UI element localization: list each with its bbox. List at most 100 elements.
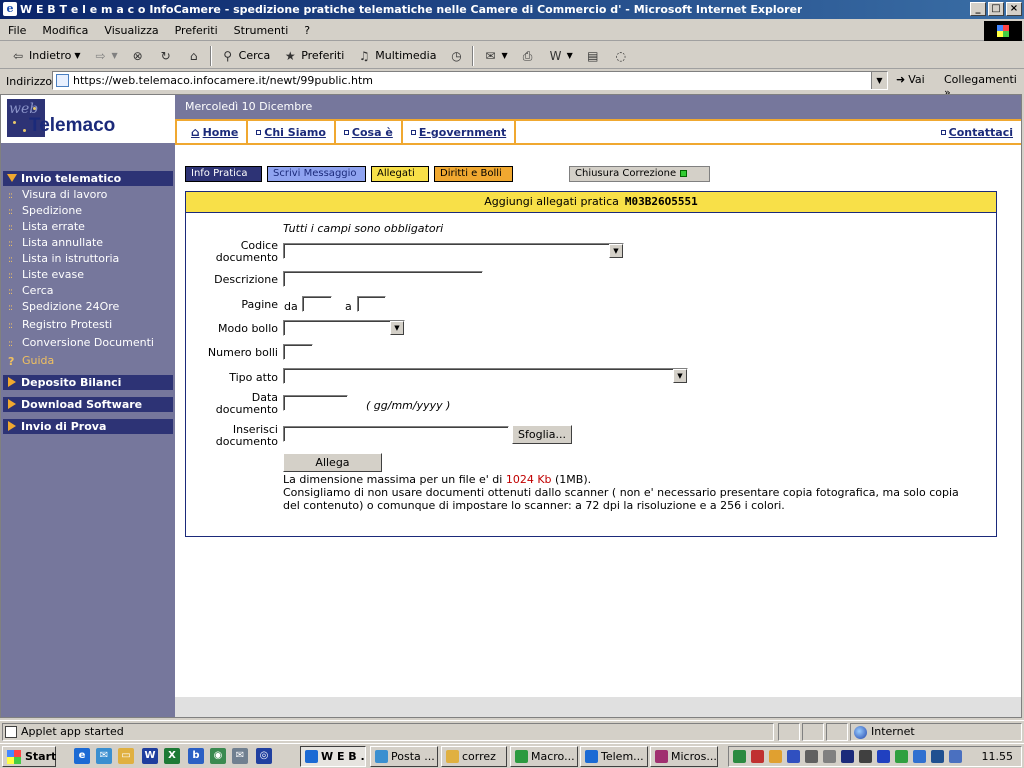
menu-edit[interactable]: Modifica: [34, 24, 96, 37]
discuss-button[interactable]: ▤: [581, 45, 605, 67]
sidebar-item-lista-errate[interactable]: :: Lista errate: [3, 220, 173, 234]
quicklaunch-messenger-icon[interactable]: ◎: [256, 748, 272, 764]
browse-button[interactable]: Sfoglia...: [512, 425, 572, 444]
telemaco-logo[interactable]: web Telemaco: [1, 95, 175, 143]
task-macro[interactable]: Macro...: [510, 746, 578, 767]
deed-type-select[interactable]: ▼: [283, 368, 688, 384]
menu-view[interactable]: Visualizza: [96, 24, 166, 37]
maximize-button[interactable]: □: [988, 2, 1004, 16]
quicklaunch-word-icon[interactable]: W: [142, 748, 158, 764]
sidebar-item-conversione-documenti[interactable]: :: Conversione Documenti: [3, 336, 173, 350]
tray-connection-icon[interactable]: [949, 750, 962, 763]
refresh-button[interactable]: ↻: [154, 45, 178, 67]
description-input[interactable]: [283, 271, 483, 287]
nav-chi-siamo[interactable]: Chi Siamo: [248, 121, 336, 143]
menu-help[interactable]: ?: [296, 24, 318, 37]
quicklaunch-ie-icon[interactable]: e: [74, 748, 90, 764]
stop-button[interactable]: ⊗: [126, 45, 150, 67]
quicklaunch-media-icon[interactable]: ◉: [210, 748, 226, 764]
tab-scrivi-messaggio[interactable]: Scrivi Messaggio: [267, 166, 366, 182]
sidebar-item-visura[interactable]: :: Visura di lavoro: [3, 188, 173, 202]
date-format-hint: ( gg/mm/yyyy ): [366, 399, 451, 412]
pages-from-input[interactable]: [302, 296, 332, 312]
pages-to-input[interactable]: [357, 296, 386, 312]
favorites-button[interactable]: ★ Preferiti: [278, 45, 348, 67]
tray-security-icon[interactable]: [787, 750, 800, 763]
sidebar-item-lista-istruttoria[interactable]: :: Lista in istruttoria: [3, 252, 173, 266]
sidebar-item-registro-protesti[interactable]: :: Registro Protesti: [3, 318, 173, 332]
start-button[interactable]: Start: [2, 746, 56, 767]
home-button[interactable]: ⌂: [182, 45, 206, 67]
quicklaunch-mail-icon[interactable]: ✉: [232, 748, 248, 764]
sidebar-section-deposito-bilanci[interactable]: Deposito Bilanci: [3, 375, 173, 390]
tray-messenger-icon[interactable]: [913, 750, 926, 763]
doc-date-input[interactable]: [283, 395, 348, 411]
tray-language-icon[interactable]: [841, 750, 854, 763]
print-button[interactable]: ⎙: [516, 45, 540, 67]
mail-button[interactable]: ✉ ▼: [478, 45, 511, 67]
tab-allegati[interactable]: Allegati: [371, 166, 429, 182]
sidebar-item-lista-annullate[interactable]: :: Lista annullate: [3, 236, 173, 250]
required-fields-note: Tutti i campi sono obbligatori: [283, 222, 444, 235]
sidebar-item-spedizione-24ore[interactable]: :: Spedizione 24Ore: [3, 300, 173, 314]
task-telemaco[interactable]: Telem...: [580, 746, 648, 767]
tray-monitor-icon[interactable]: [859, 750, 872, 763]
window-title-bar[interactable]: e W E B T e l e m a c o InfoCamere - spe…: [0, 0, 1024, 19]
nav-cosa-e[interactable]: Cosa è: [336, 121, 403, 143]
tray-traffic-icon[interactable]: [895, 750, 908, 763]
sidebar-section-invio-di-prova[interactable]: Invio di Prova: [3, 419, 173, 434]
messenger-button[interactable]: ◌: [609, 45, 633, 67]
sidebar-item-guida[interactable]: ? Guida: [3, 354, 173, 368]
address-bar: Indirizzo https://web.telemaco.infocamer…: [0, 70, 1024, 99]
nav-contattaci[interactable]: Contattaci: [933, 121, 1021, 143]
tab-chiusura-correzione[interactable]: Chiusura Correzione: [569, 166, 710, 182]
tab-diritti-bolli[interactable]: Diritti e Bolli: [434, 166, 513, 182]
sidebar-item-cerca[interactable]: :: Cerca: [3, 284, 173, 298]
back-button[interactable]: ⇦ Indietro ▼: [6, 45, 85, 67]
minimize-button[interactable]: _: [970, 2, 986, 16]
forward-button[interactable]: ⇨ ▼: [89, 45, 122, 67]
tray-display-icon[interactable]: [805, 750, 818, 763]
quicklaunch-desktop-icon[interactable]: ▭: [118, 748, 134, 764]
task-microsoft[interactable]: Micros...: [650, 746, 718, 767]
word-edit-icon: W: [549, 48, 562, 63]
quicklaunch-app-icon[interactable]: b: [188, 748, 204, 764]
task-posta[interactable]: Posta ...: [370, 746, 438, 767]
tray-network-icon[interactable]: [733, 750, 746, 763]
edit-button[interactable]: W ▼: [544, 45, 577, 67]
sidebar-item-spedizione[interactable]: :: Spedizione: [3, 204, 173, 218]
code-doc-select[interactable]: ▼: [283, 243, 624, 259]
stamp-count-input[interactable]: [283, 344, 313, 360]
tray-antivirus-icon[interactable]: [751, 750, 764, 763]
tab-info-pratica[interactable]: Info Pratica: [185, 166, 262, 182]
tray-usb-icon[interactable]: [823, 750, 836, 763]
address-dropdown-button[interactable]: ▼: [871, 72, 887, 89]
nav-home[interactable]: ⌂ Home: [177, 121, 249, 143]
sidebar-section-download-software[interactable]: Download Software: [3, 397, 173, 412]
sidebar-item-liste-evase[interactable]: :: Liste evase: [3, 268, 173, 282]
attach-button[interactable]: Allega: [283, 453, 382, 472]
menu-tools[interactable]: Strumenti: [226, 24, 297, 37]
dropdown-arrow-icon: ▼: [390, 321, 404, 335]
sidebar-section-invio-telematico[interactable]: Invio telematico: [3, 171, 173, 186]
stamp-mode-select[interactable]: ▼: [283, 320, 405, 336]
multimedia-button[interactable]: ♫ Multimedia: [352, 45, 440, 67]
menu-file[interactable]: File: [0, 24, 34, 37]
nav-e-government[interactable]: E-government: [403, 121, 517, 143]
tray-bluetooth-icon[interactable]: [877, 750, 890, 763]
task-correz[interactable]: correz: [441, 746, 507, 767]
logo-text: Telemaco: [29, 115, 116, 136]
tray-speaker-icon[interactable]: [769, 750, 782, 763]
quicklaunch-excel-icon[interactable]: X: [164, 748, 180, 764]
close-button[interactable]: ×: [1006, 2, 1022, 16]
file-path-input[interactable]: [283, 426, 509, 442]
task-webtelemaco[interactable]: W E B ...: [300, 746, 366, 767]
quicklaunch-outlook-icon[interactable]: ✉: [96, 748, 112, 764]
address-input[interactable]: https://web.telemaco.infocamere.it/newt/…: [52, 71, 888, 90]
menu-favorites[interactable]: Preferiti: [167, 24, 226, 37]
search-button[interactable]: ⚲ Cerca: [216, 45, 275, 67]
go-button[interactable]: ➜ Vai: [896, 73, 925, 86]
history-button[interactable]: ◷: [444, 45, 468, 67]
tray-sync-icon[interactable]: [931, 750, 944, 763]
pages-from-label: da: [284, 300, 298, 313]
